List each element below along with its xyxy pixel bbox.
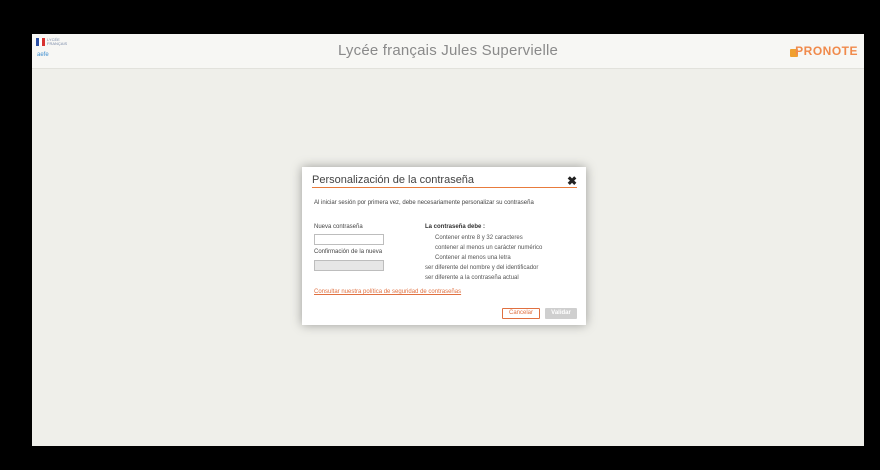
rule-item: Contener al menos una letra [435,255,511,261]
rule-item: ser diferente del nombre y del identific… [425,265,539,271]
page-title: Lycée français Jules Supervielle [337,42,559,59]
pronote-logo: PRONOTE [795,44,858,58]
confirm-password-label: Confirmación de la nueva [314,249,383,255]
new-password-label: Nueva contraseña [314,224,363,230]
dialog-intro: Al iniciar sesión por primera vez, debe … [314,200,534,206]
password-dialog: Personalización de la contraseña ✖ Al in… [302,167,586,325]
new-password-input[interactable] [314,234,384,245]
top-bar: LYCÉE FRANÇAIS aefe Lycée français Jules… [32,34,864,69]
rule-item: Contener entre 8 y 32 caracteres [435,235,523,241]
confirm-password-input[interactable] [314,260,384,271]
app-screen: LYCÉE FRANÇAIS aefe Lycée français Jules… [32,34,864,446]
cancel-button[interactable]: Cancelar [502,308,540,319]
dialog-title: Personalización de la contraseña [312,174,475,186]
password-policy-link[interactable]: Consultar nuestra política de seguridad … [314,289,461,295]
rules-title: La contraseña debe : [425,224,486,230]
rule-item: ser diferente a la contraseña actual [425,275,519,281]
rule-item: contener al menos un carácter numérico [435,245,543,251]
validate-button[interactable]: Validar [545,308,577,319]
close-icon[interactable]: ✖ [567,174,577,188]
title-divider [312,187,577,188]
